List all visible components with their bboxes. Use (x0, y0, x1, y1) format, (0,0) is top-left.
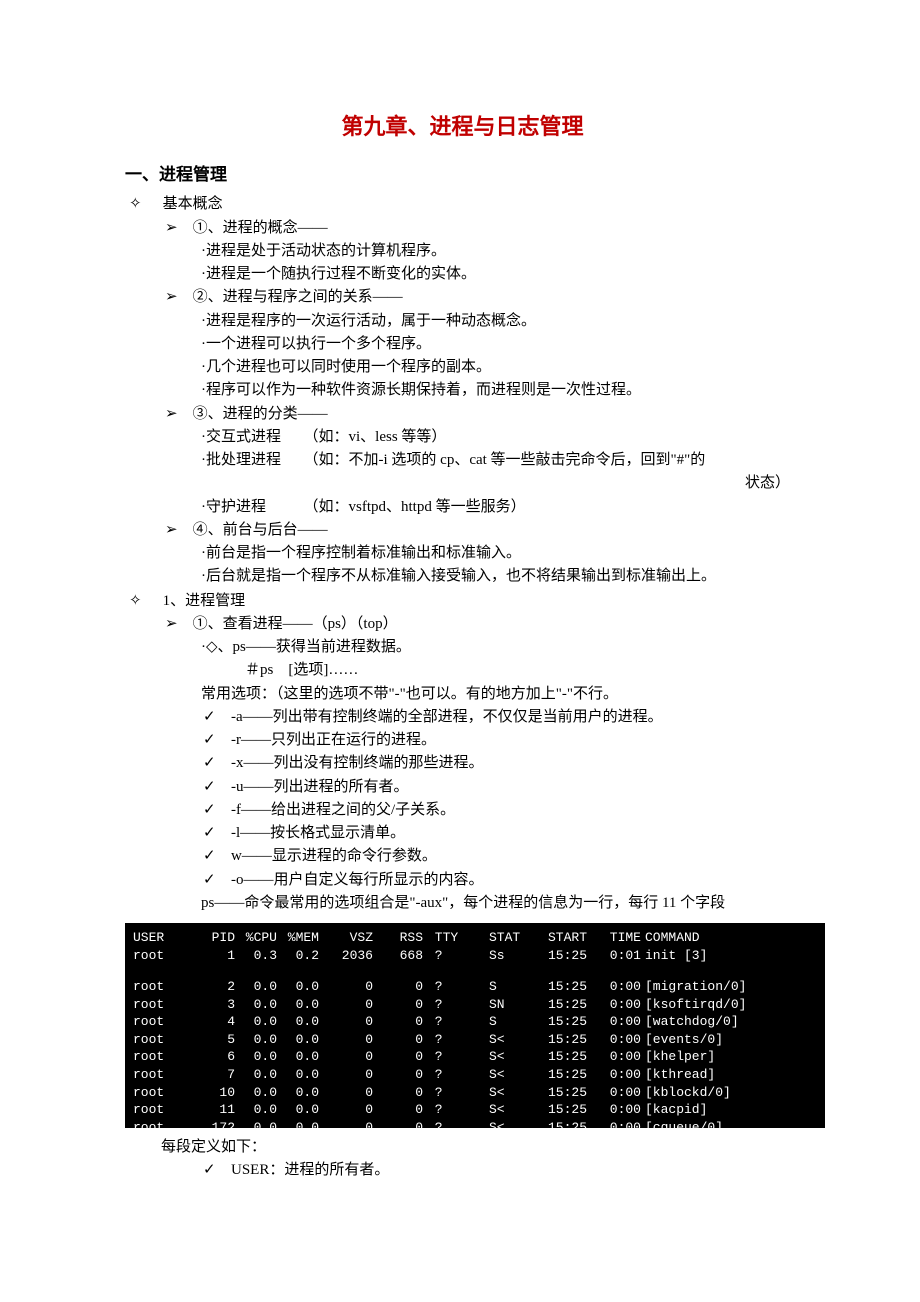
text: ·进程是一个随执行过程不断变化的实体。 (201, 263, 800, 286)
list-item: ✧ 基本概念 (129, 192, 800, 216)
list-item: ✓-l——按长格式显示清单。 (203, 822, 800, 845)
list-item: ➢ ①、查看进程——（ps）（top） (165, 613, 800, 636)
table-row: root20.00.000 ?S15:250:00[migration/0] (133, 978, 817, 996)
text: -u——列出进程的所有者。 (231, 779, 409, 795)
table-row: root110.00.000 ?S<15:250:00[kacpid] (133, 1101, 817, 1119)
check-icon: ✓ (203, 822, 231, 845)
text: -r——只列出正在运行的进程。 (231, 732, 436, 748)
text: ·几个进程也可以同时使用一个程序的副本。 (201, 356, 800, 379)
text: 每段定义如下： (161, 1136, 800, 1159)
table-row: root50.00.000 ?S<15:250:00[events/0] (133, 1031, 817, 1049)
text: ·守护进程 （如：vsftpd、httpd 等一些服务） (201, 496, 800, 519)
chapter-title: 第九章、进程与日志管理 (125, 110, 800, 144)
table-row: root60.00.000 ?S<15:250:00[khelper] (133, 1048, 817, 1066)
table-row: root30.00.000 ?SN15:250:00[ksoftirqd/0] (133, 996, 817, 1014)
text: -f——给出进程之间的父/子关系。 (231, 802, 455, 818)
check-icon: ✓ (203, 1159, 231, 1182)
text: ·◇、ps——获得当前进程数据。 (201, 636, 800, 659)
text: ·交互式进程 （如：vi、less 等等） (201, 426, 800, 449)
list-item: ✓-o——用户自定义每行所显示的内容。 (203, 869, 800, 892)
list-item: ✓-f——给出进程之间的父/子关系。 (203, 799, 800, 822)
arrow-icon: ➢ (165, 289, 178, 305)
text: ·进程是处于活动状态的计算机程序。 (201, 240, 800, 263)
text: -l——按长格式显示清单。 (231, 825, 405, 841)
terminal-output: USERPID%CPU%MEMVSZRSS TTYSTATSTARTTIMECO… (125, 923, 825, 1127)
list-item: ✓-x——列出没有控制终端的那些进程。 (203, 752, 800, 775)
arrow-icon: ➢ (165, 616, 178, 632)
text: ④、前台与后台—— (193, 522, 328, 538)
check-icon: ✓ (203, 729, 231, 752)
list-item: ➢ ③、进程的分类—— (165, 403, 800, 426)
check-icon: ✓ (203, 706, 231, 729)
table-row: root10.30.22036668 ?Ss15:250:01init [3] (133, 947, 817, 965)
table-row: USERPID%CPU%MEMVSZRSS TTYSTATSTARTTIMECO… (133, 929, 817, 947)
list-item: ✓-u——列出进程的所有者。 (203, 776, 800, 799)
list-item: ✓-a——列出带有控制终端的全部进程，不仅仅是当前用户的进程。 (203, 706, 800, 729)
list-item: ✧ 1、进程管理 (129, 589, 800, 613)
text: USER：进程的所有者。 (231, 1162, 389, 1178)
text: 基本概念 (163, 196, 223, 212)
text: ·前台是指一个程序控制着标准输出和标准输入。 (201, 542, 800, 565)
table-row: root100.00.000 ?S<15:250:00[kblockd/0] (133, 1084, 817, 1102)
text: ·程序可以作为一种软件资源长期保持着，而进程则是一次性过程。 (201, 379, 800, 402)
text: ·一个进程可以执行一个多个程序。 (201, 333, 800, 356)
text: ①、进程的概念—— (193, 220, 328, 236)
check-icon: ✓ (203, 752, 231, 775)
check-icon: ✓ (203, 776, 231, 799)
text: -o——用户自定义每行所显示的内容。 (231, 872, 484, 888)
table-row: root1720.00.000 ?S<15:250:00[cqueue/0] (133, 1119, 817, 1128)
section-heading-1: 一、进程管理 (125, 162, 800, 188)
text: ③、进程的分类—— (193, 406, 328, 422)
arrow-icon: ➢ (165, 522, 178, 538)
list-item: ➢ ②、进程与程序之间的关系—— (165, 286, 800, 309)
text: 状态） (125, 472, 800, 495)
text: ps——命令最常用的选项组合是"-aux"，每个进程的信息为一行，每行 11 个… (201, 892, 800, 915)
text: ①、查看进程——（ps）（top） (193, 616, 398, 632)
list-item: ➢ ④、前台与后台—— (165, 519, 800, 542)
text: ＃ps [选项]…… (245, 659, 800, 682)
text: ·进程是程序的一次运行活动，属于一种动态概念。 (201, 310, 800, 333)
document-page: 第九章、进程与日志管理 一、进程管理 ✧ 基本概念 ➢ ①、进程的概念—— ·进… (0, 0, 920, 1302)
text: ·批处理进程 （如：不加-i 选项的 cp、cat 等一些敲击完命令后，回到"#… (201, 449, 800, 472)
list-item: ✓USER：进程的所有者。 (203, 1159, 800, 1182)
text: w——显示进程的命令行参数。 (231, 848, 437, 864)
text: -a——列出带有控制终端的全部进程，不仅仅是当前用户的进程。 (231, 709, 663, 725)
arrow-icon: ➢ (165, 220, 178, 236)
text: ②、进程与程序之间的关系—— (193, 289, 403, 305)
diamond-icon: ✧ (129, 195, 142, 212)
diamond-icon: ✧ (129, 592, 142, 609)
text: ·后台就是指一个程序不从标准输入接受输入，也不将结果输出到标准输出上。 (201, 565, 800, 588)
table-row: root40.00.000 ?S15:250:00[watchdog/0] (133, 1013, 817, 1031)
check-icon: ✓ (203, 869, 231, 892)
list-item: ✓w——显示进程的命令行参数。 (203, 845, 800, 868)
arrow-icon: ➢ (165, 406, 178, 422)
list-item: ➢ ①、进程的概念—— (165, 217, 800, 240)
check-icon: ✓ (203, 845, 231, 868)
list-item: ✓-r——只列出正在运行的进程。 (203, 729, 800, 752)
check-icon: ✓ (203, 799, 231, 822)
text: -x——列出没有控制终端的那些进程。 (231, 755, 484, 771)
text: 常用选项：（这里的选项不带"-"也可以。有的地方加上"-"不行。 (201, 683, 800, 706)
table-row: root70.00.000 ?S<15:250:00[kthread] (133, 1066, 817, 1084)
text: 1、进程管理 (163, 593, 246, 609)
